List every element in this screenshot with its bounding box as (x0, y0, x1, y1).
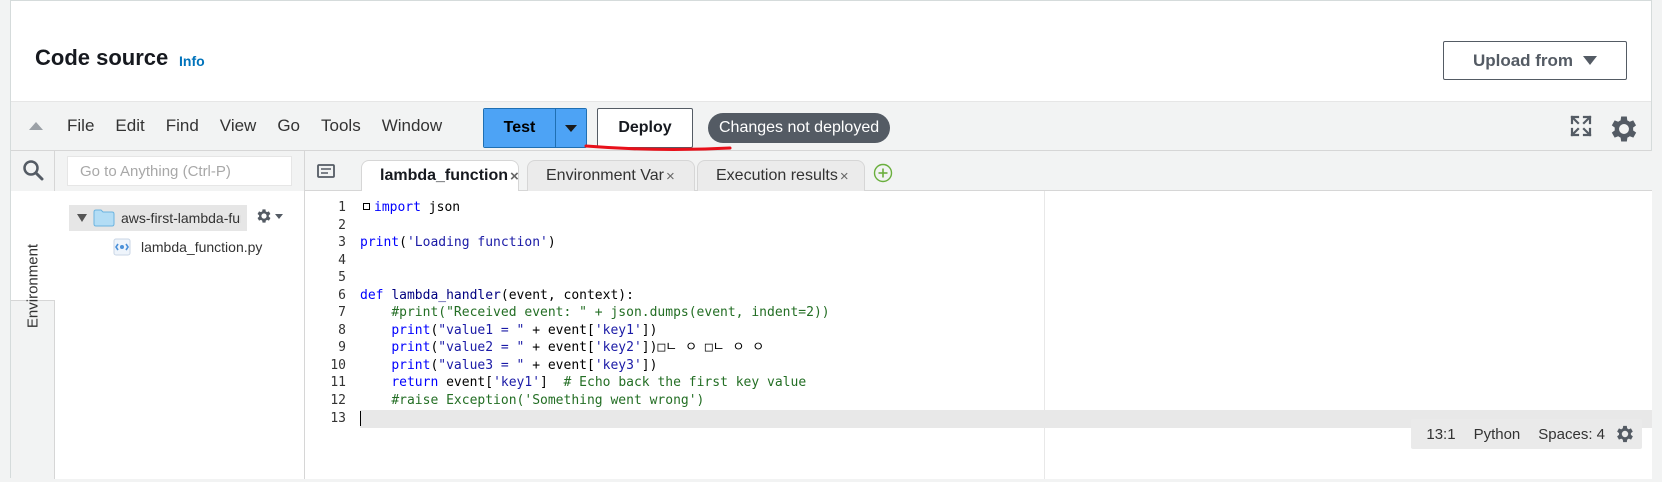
code-line: print("value1 = " + event['key1']) (391, 322, 658, 338)
goto-bar (55, 151, 304, 191)
code-line: print("value3 = " + event['key3']) (391, 357, 658, 373)
line-number: 8 (338, 322, 346, 338)
code-line: #print("Received event: " + json.dumps(e… (391, 305, 830, 320)
test-button[interactable]: Test (484, 109, 556, 147)
menu-bar: File Edit Find View Go Tools Window (67, 116, 463, 136)
line-number: 2 (338, 217, 346, 233)
code-source-panel: Code source Info Upload from File Edit F… (10, 0, 1652, 479)
add-tab-icon[interactable] (873, 163, 893, 183)
tab-label: lambda_function (380, 167, 509, 184)
line-number: 13 (330, 411, 346, 426)
python-file-icon (113, 238, 131, 256)
line-number: 9 (338, 340, 346, 355)
test-dropdown-button[interactable] (556, 109, 586, 147)
code-line: return event['key1'] # Echo back the fir… (391, 375, 807, 390)
tab-environment[interactable]: Environment (11, 191, 55, 328)
menu-go[interactable]: Go (277, 116, 300, 136)
menu-window[interactable]: Window (382, 116, 442, 136)
editor-tabbar: lambda_function × Environment Var × Exec… (305, 151, 1652, 191)
line-number: 11 (330, 375, 346, 390)
sidebar-strip: Environment (11, 151, 55, 479)
menu-file[interactable]: File (67, 116, 94, 136)
language-mode[interactable]: Python (1474, 426, 1521, 443)
file-name: lambda_function.py (141, 239, 263, 255)
collapse-arrow-icon[interactable] (29, 122, 43, 130)
line-number-gutter: 1 2 3 4 5 6 7 8 9 10 11 12 13 (305, 191, 360, 479)
line-number: 7 (338, 305, 346, 320)
code-line: import json (360, 199, 460, 217)
fullscreen-icon[interactable] (1569, 114, 1593, 138)
gear-icon (257, 209, 271, 223)
tab-list-icon[interactable] (317, 163, 335, 179)
menu-find[interactable]: Find (166, 116, 199, 136)
tab-execution-results[interactable]: Execution results × (697, 160, 865, 191)
file-tree-panel: aws-first-lambda-fur lambda_function.py (55, 151, 305, 479)
gear-icon[interactable] (1614, 423, 1636, 445)
test-button-group: Test (483, 108, 587, 148)
print-margin (1044, 191, 1045, 479)
code-line: print("value2 = " + event['key2'])□ㄴ ㅇ □… (391, 340, 765, 355)
tab-label: Environment Var (546, 167, 664, 184)
ide-toolbar: File Edit Find View Go Tools Window Test… (11, 101, 1651, 151)
line-number: 10 (330, 357, 346, 373)
goto-anything-input[interactable] (67, 156, 292, 186)
upload-from-label: Upload from (1472, 50, 1574, 70)
caret-down-icon (565, 124, 577, 132)
upload-from-button[interactable]: Upload from (1443, 41, 1627, 80)
menu-edit[interactable]: Edit (115, 116, 144, 136)
folder-icon (93, 209, 115, 227)
expand-caret-icon[interactable] (77, 214, 87, 222)
page-title: Code source (35, 45, 169, 70)
line-number: 1 (338, 200, 346, 215)
panel-header: Code source Info Upload from (11, 1, 1651, 101)
indent-setting[interactable]: Spaces: 4 (1538, 426, 1605, 443)
line-number: 12 (330, 392, 346, 408)
code-line: def lambda_handler(event, context): (360, 287, 634, 303)
line-number: 5 (338, 270, 346, 285)
editor-statusbar: 13:1 Python Spaces: 4 (1411, 419, 1642, 449)
environment-label: Environment (24, 243, 42, 329)
settings-gear-icon[interactable] (1607, 112, 1641, 146)
info-link[interactable]: Info (179, 53, 205, 69)
code-line: print('Loading function') (360, 235, 556, 250)
close-icon[interactable]: × (510, 168, 519, 185)
line-number: 6 (338, 287, 346, 303)
tree-file-row[interactable]: lambda_function.py (113, 235, 262, 259)
search-icon[interactable] (22, 159, 44, 181)
close-icon[interactable]: × (666, 168, 675, 185)
close-icon[interactable]: × (840, 168, 849, 185)
line-number: 3 (338, 235, 346, 250)
status-badge: Changes not deployed (708, 113, 891, 143)
code-line (360, 410, 361, 428)
folder-name: aws-first-lambda-fur (121, 210, 241, 226)
line-number: 4 (338, 252, 346, 268)
code-line: #raise Exception('Something went wrong') (391, 392, 705, 408)
caret-down-icon (275, 213, 283, 219)
tab-label: Execution results (716, 167, 838, 184)
tree-folder-row[interactable]: aws-first-lambda-fur (69, 205, 247, 231)
menu-view[interactable]: View (220, 116, 257, 136)
tab-environment-variables[interactable]: Environment Var × (527, 160, 695, 191)
code-editor: lambda_function × Environment Var × Exec… (305, 151, 1652, 479)
tab-lambda-function[interactable]: lambda_function × (361, 160, 519, 191)
menu-tools[interactable]: Tools (321, 116, 361, 136)
cursor-position[interactable]: 13:1 (1426, 426, 1455, 443)
tree-settings-button[interactable] (255, 207, 283, 225)
deploy-button[interactable]: Deploy (597, 108, 693, 148)
caret-down-icon (1583, 56, 1598, 65)
text-cursor (360, 411, 361, 426)
